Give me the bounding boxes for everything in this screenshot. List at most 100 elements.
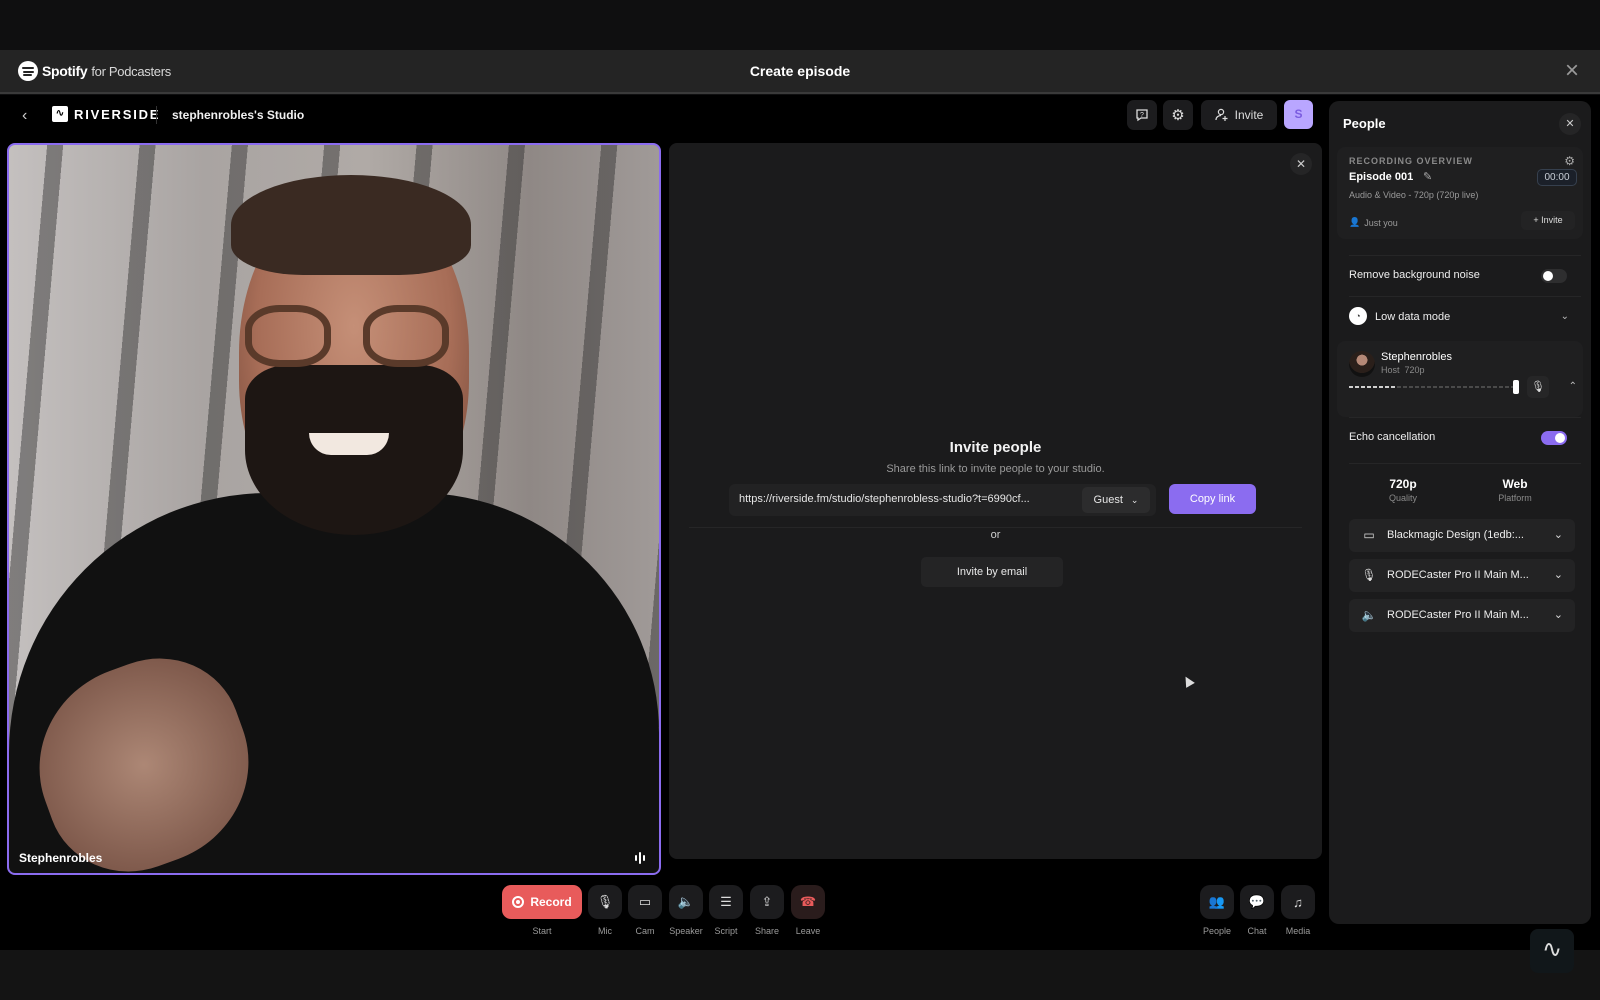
settings-button[interactable]: ⚙ (1163, 100, 1193, 130)
overview-invite-button[interactable]: + Invite (1521, 211, 1575, 230)
video-glasses-right (363, 305, 449, 367)
volume-level (1349, 386, 1397, 388)
toggle-knob (1555, 433, 1565, 443)
avatar[interactable]: S (1284, 100, 1313, 129)
mic-button[interactable]: 🎙 (588, 885, 622, 919)
studio-name: stephenrobles's Studio (172, 108, 305, 122)
overview-invite-label: Invite (1541, 215, 1563, 225)
riverside-logo-icon: ∿ (52, 106, 68, 122)
people-icon: 👥 (1208, 894, 1226, 909)
riverside-studio: ‹ ∿ RIVERSIDE stephenrobles's Studio ? ⚙… (0, 95, 1600, 950)
invite-link-field[interactable]: https://riverside.fm/studio/stephenroble… (729, 484, 1156, 516)
speaker-icon: 🔈 (677, 894, 695, 909)
phone-hangup-icon: ☎ (799, 894, 817, 909)
waveform-icon[interactable]: ∿ (1530, 929, 1574, 973)
or-label: or (990, 529, 1001, 541)
speaker-icon: 🔈 (1361, 608, 1377, 622)
microphone-device-label: RODECaster Pro II Main M... (1387, 569, 1529, 581)
low-data-mode-label[interactable]: Low data mode (1375, 311, 1450, 323)
divider (689, 527, 1302, 528)
record-button-label: Record (530, 895, 572, 909)
microphone-device-select[interactable]: 🎙 RODECaster Pro II Main M... ⌄ (1349, 559, 1575, 592)
gear-icon: ⚙ (1171, 107, 1185, 124)
invite-title: Invite people (949, 439, 1042, 456)
platform-stat: Web Platform (1465, 477, 1565, 503)
close-icon[interactable]: × (1560, 59, 1584, 84)
media-label: Media (1285, 926, 1311, 936)
host-mic-button[interactable]: 🎙 (1527, 376, 1549, 398)
echo-cancellation-toggle[interactable] (1541, 431, 1567, 445)
close-icon[interactable]: ✕ (1559, 113, 1581, 135)
media-button[interactable]: ♫ (1281, 885, 1315, 919)
video-tile[interactable]: Stephenrobles (7, 143, 661, 875)
page-title: Create episode (749, 63, 851, 79)
invite-button-label: Invite (1234, 108, 1264, 122)
share-button[interactable]: ⇪ (750, 885, 784, 919)
host-role: Host (1381, 365, 1400, 375)
people-panel: People ✕ RECORDING OVERVIEW ⚙ Episode 00… (1329, 101, 1591, 924)
camera-device-select[interactable]: ▭ Blackmagic Design (1edb:... ⌄ (1349, 519, 1575, 552)
help-chat-icon: ? (1136, 109, 1148, 122)
quality-label: Quality (1388, 493, 1417, 503)
chevron-down-icon[interactable]: ⌄ (1561, 311, 1569, 322)
video-glasses-left (245, 305, 331, 367)
leave-button[interactable]: ☎ (791, 885, 825, 919)
chevron-down-icon: ⌄ (1553, 569, 1563, 581)
start-label: Start (532, 926, 552, 936)
riverside-logo: ∿ RIVERSIDE (52, 106, 160, 122)
invite-link-text[interactable]: https://riverside.fm/studio/stephenroble… (739, 493, 1030, 505)
spotify-header-bar: Spotify for Podcasters Create episode × (0, 50, 1600, 94)
invite-button[interactable]: Invite (1201, 100, 1277, 130)
quality-stat: 720p Quality (1353, 477, 1453, 503)
copy-link-button[interactable]: Copy link (1169, 484, 1256, 514)
host-name: Stephenrobles (1381, 351, 1452, 363)
cam-button[interactable]: ▭ (628, 885, 662, 919)
invite-subtitle: Share this link to invite people to your… (886, 463, 1105, 475)
video-person-mouth (309, 433, 389, 455)
speaker-button[interactable]: 🔈 (669, 885, 703, 919)
speaker-device-select[interactable]: 🔈 RODECaster Pro II Main M... ⌄ (1349, 599, 1575, 632)
header-divider (156, 106, 157, 124)
volume-slider-thumb[interactable] (1512, 380, 1519, 394)
script-button[interactable]: ☰ (709, 885, 743, 919)
riverside-wordmark: RIVERSIDE (74, 106, 161, 122)
speaker-device-label: RODECaster Pro II Main M... (1387, 609, 1529, 621)
echo-cancellation-label: Echo cancellation (1349, 431, 1436, 443)
gear-icon[interactable]: ⚙ (1564, 154, 1575, 168)
close-icon[interactable]: ✕ (1290, 153, 1312, 175)
audio-level-icon (635, 851, 649, 865)
role-select-value: Guest (1093, 494, 1123, 506)
chevron-left-icon[interactable]: ‹ (22, 108, 38, 124)
music-note-icon: ♫ (1293, 894, 1303, 910)
toggle-knob (1543, 271, 1553, 281)
quality-value: 720p (1389, 477, 1417, 491)
people-button[interactable]: 👥 (1200, 885, 1234, 919)
divider (1349, 296, 1581, 297)
video-person-hair (231, 175, 471, 275)
microphone-icon: 🎙 (596, 894, 614, 909)
invite-by-email-button[interactable]: Invite by email (921, 557, 1063, 587)
microphone-icon: 🎙 (1531, 381, 1545, 393)
camera-icon: ▭ (1363, 528, 1375, 542)
volume-slider[interactable] (1349, 380, 1519, 394)
spotify-logo: Spotify for Podcasters (18, 61, 171, 81)
help-chat-button[interactable]: ? (1127, 100, 1157, 130)
chevron-down-icon: ⌄ (1553, 609, 1563, 621)
remove-noise-label: Remove background noise (1349, 269, 1480, 281)
user-icon: 👤 (1349, 217, 1361, 227)
record-button[interactable]: Record (502, 885, 582, 919)
chevron-up-icon[interactable]: ⌃ (1569, 381, 1577, 392)
leave-label: Leave (795, 926, 821, 936)
pencil-icon[interactable]: ✎ (1423, 170, 1432, 183)
chat-button[interactable]: 💬 (1240, 885, 1274, 919)
divider (1349, 463, 1581, 464)
recording-meta: Audio & Video - 720p (720p live) (1349, 190, 1479, 200)
remove-noise-toggle[interactable] (1541, 269, 1567, 283)
camera-device-label: Blackmagic Design (1edb:... (1387, 529, 1524, 541)
role-select[interactable]: Guest ⌄ (1082, 487, 1150, 513)
top-letterbox (0, 0, 1600, 50)
add-user-icon: + (1533, 215, 1539, 225)
record-icon (512, 896, 525, 908)
host-resolution: 720p (1404, 365, 1425, 375)
divider (1349, 255, 1581, 256)
